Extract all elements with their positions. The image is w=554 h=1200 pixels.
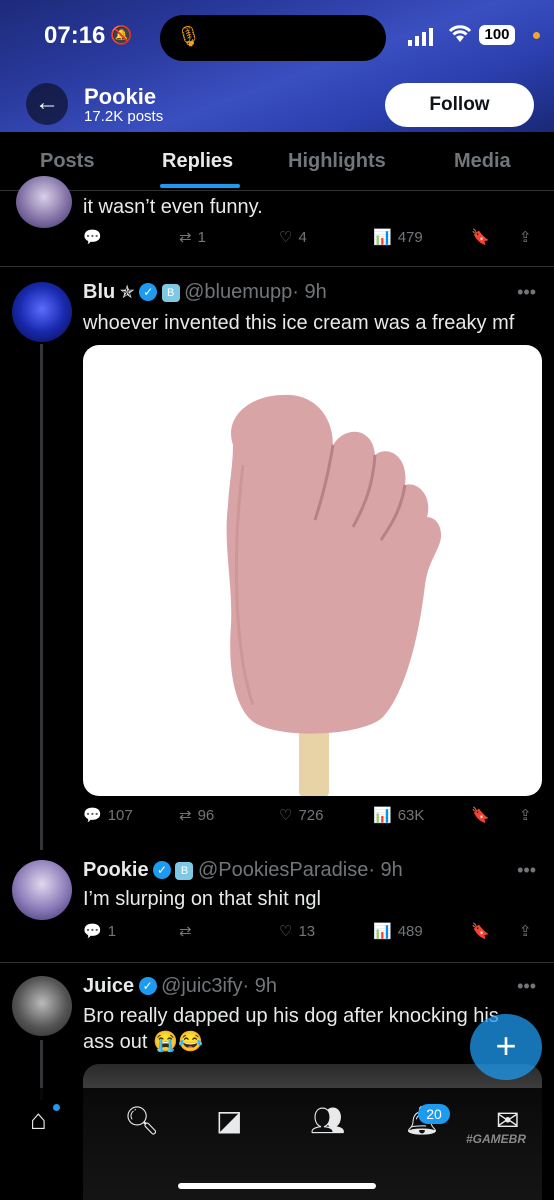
- battery-indicator: 100: [479, 25, 515, 45]
- silent-bell-icon: 🔕: [110, 25, 133, 45]
- affiliate-badge-icon: B: [175, 862, 194, 880]
- reply-icon: 💬: [83, 229, 102, 246]
- divider: [0, 962, 554, 963]
- views-icon: 📊: [373, 229, 392, 246]
- tweet-time: · 9h: [368, 859, 403, 881]
- repost-action[interactable]: ⇄ 1: [179, 228, 206, 247]
- profile-tabs: Posts Replies Highlights Media: [0, 132, 554, 191]
- bookmark-icon[interactable]: 🔖: [471, 922, 490, 940]
- divider: [0, 266, 554, 267]
- home-unread-dot: [53, 1104, 60, 1111]
- bookmark-icon[interactable]: 🔖: [471, 228, 490, 246]
- heart-icon: ♡: [279, 229, 293, 246]
- communities-icon[interactable]: 👥︎: [310, 1104, 346, 1137]
- status-time: 07:16: [44, 22, 106, 49]
- tab-media[interactable]: Media: [454, 150, 511, 173]
- tab-highlights[interactable]: Highlights: [288, 150, 386, 173]
- tweet-text: Bro really dapped up his dog after knock…: [83, 1005, 499, 1053]
- more-options-icon[interactable]: •••: [517, 976, 536, 997]
- tweet-time: · 9h: [292, 281, 327, 303]
- reply-action[interactable]: 💬 1: [83, 922, 116, 941]
- repost-action[interactable]: ⇄: [179, 922, 198, 940]
- reply-icon: 💬: [83, 923, 102, 940]
- like-action[interactable]: ♡ 4: [279, 228, 307, 247]
- avatar[interactable]: [16, 176, 72, 228]
- wifi-icon: [448, 25, 472, 42]
- verified-badge-icon: ✓: [138, 977, 157, 995]
- search-icon[interactable]: 🔍︎: [124, 1104, 160, 1137]
- views-icon: 📊: [373, 923, 392, 940]
- views-action[interactable]: 📊 63K: [373, 806, 424, 825]
- repost-icon: ⇄: [179, 923, 192, 940]
- privacy-dot: [533, 32, 540, 39]
- heart-icon: ♡: [279, 807, 293, 824]
- bookmark-icon[interactable]: 🔖: [471, 806, 490, 824]
- tweet-header: Juice ✓ @juic3ify· 9h: [83, 975, 277, 998]
- tweet-handle[interactable]: @bluemupp: [184, 281, 292, 303]
- views-action[interactable]: 📊 479: [373, 228, 423, 247]
- reply-icon: 💬: [83, 807, 102, 824]
- tweet-text: I’m slurping on that shit ngl: [83, 888, 321, 910]
- like-action[interactable]: ♡ 726: [279, 806, 323, 825]
- avatar[interactable]: [12, 976, 72, 1036]
- reply-action[interactable]: 💬 107: [83, 806, 133, 825]
- status-bar: 07:16 🔕 🎙 100: [0, 0, 554, 74]
- verified-badge-icon: ✓: [139, 283, 158, 301]
- share-icon[interactable]: ⇪: [519, 922, 532, 940]
- active-tab-indicator: [160, 184, 240, 188]
- heart-icon: ♡: [279, 923, 293, 940]
- notification-count-badge: 20: [418, 1104, 450, 1124]
- microphone-icon: 🎙: [176, 26, 202, 48]
- tweet-actions: 💬 1 ⇄ ♡ 13 📊 489 🔖 ⇪: [83, 922, 533, 948]
- views-action[interactable]: 📊 489: [373, 922, 423, 941]
- like-action[interactable]: ♡ 13: [279, 922, 315, 941]
- foot-ice-cream-image: [226, 394, 442, 796]
- back-arrow-icon[interactable]: ←: [26, 83, 68, 125]
- share-icon[interactable]: ⇪: [519, 228, 532, 246]
- tab-posts[interactable]: Posts: [40, 150, 94, 173]
- tweet-text: whoever invented this ice cream was a fr…: [83, 312, 515, 334]
- tweet-actions: 💬 ⇄ 1 ♡ 4 📊 479 🔖 ⇪: [83, 228, 533, 254]
- tweet-actions: 💬 107 ⇄ 96 ♡ 726 📊 63K 🔖 ⇪: [83, 806, 533, 832]
- more-options-icon[interactable]: •••: [517, 282, 536, 303]
- repost-icon: ⇄: [179, 229, 192, 246]
- tweet-author-name[interactable]: Juice: [83, 975, 134, 997]
- more-options-icon[interactable]: •••: [517, 860, 536, 881]
- follow-button[interactable]: Follow: [385, 83, 534, 127]
- home-indicator[interactable]: [178, 1183, 376, 1189]
- compose-plus-icon[interactable]: +: [470, 1014, 542, 1080]
- avatar[interactable]: [12, 860, 72, 920]
- affiliate-badge-icon: B: [161, 284, 180, 302]
- views-icon: 📊: [373, 807, 392, 824]
- tweet-handle[interactable]: @PookiesParadise: [198, 859, 368, 881]
- tweet-header: Pookie ✓ B @PookiesParadise· 9h: [83, 859, 403, 882]
- tab-replies[interactable]: Replies: [162, 150, 233, 173]
- signal-icon: [408, 28, 433, 46]
- repost-icon: ⇄: [179, 807, 192, 824]
- star-icon: ✯: [119, 282, 135, 302]
- thread-line: [40, 344, 43, 850]
- tweet-time: · 9h: [242, 975, 277, 997]
- share-icon[interactable]: ⇪: [519, 806, 532, 824]
- avatar[interactable]: [12, 282, 72, 342]
- profile-post-count: 17.2K posts: [84, 108, 164, 125]
- home-icon[interactable]: ⌂: [30, 1104, 47, 1136]
- profile-name: Pookie: [84, 84, 157, 109]
- tweet-author-name[interactable]: Blu: [83, 281, 115, 303]
- tweet-text: it wasn’t even funny.: [83, 196, 263, 218]
- reply-action[interactable]: 💬: [83, 228, 108, 246]
- verified-badge-icon: ✓: [153, 861, 172, 879]
- tweet-author-name[interactable]: Pookie: [83, 859, 149, 881]
- tweet-header: Blu ✯ ✓ B @bluemupp· 9h: [83, 281, 327, 304]
- tweet-image[interactable]: [83, 345, 542, 796]
- watermark: #GAMEBR: [466, 1132, 527, 1146]
- tweet-handle[interactable]: @juic3ify: [161, 975, 242, 997]
- repost-action[interactable]: ⇄ 96: [179, 806, 214, 825]
- grok-icon[interactable]: ◪: [216, 1104, 242, 1137]
